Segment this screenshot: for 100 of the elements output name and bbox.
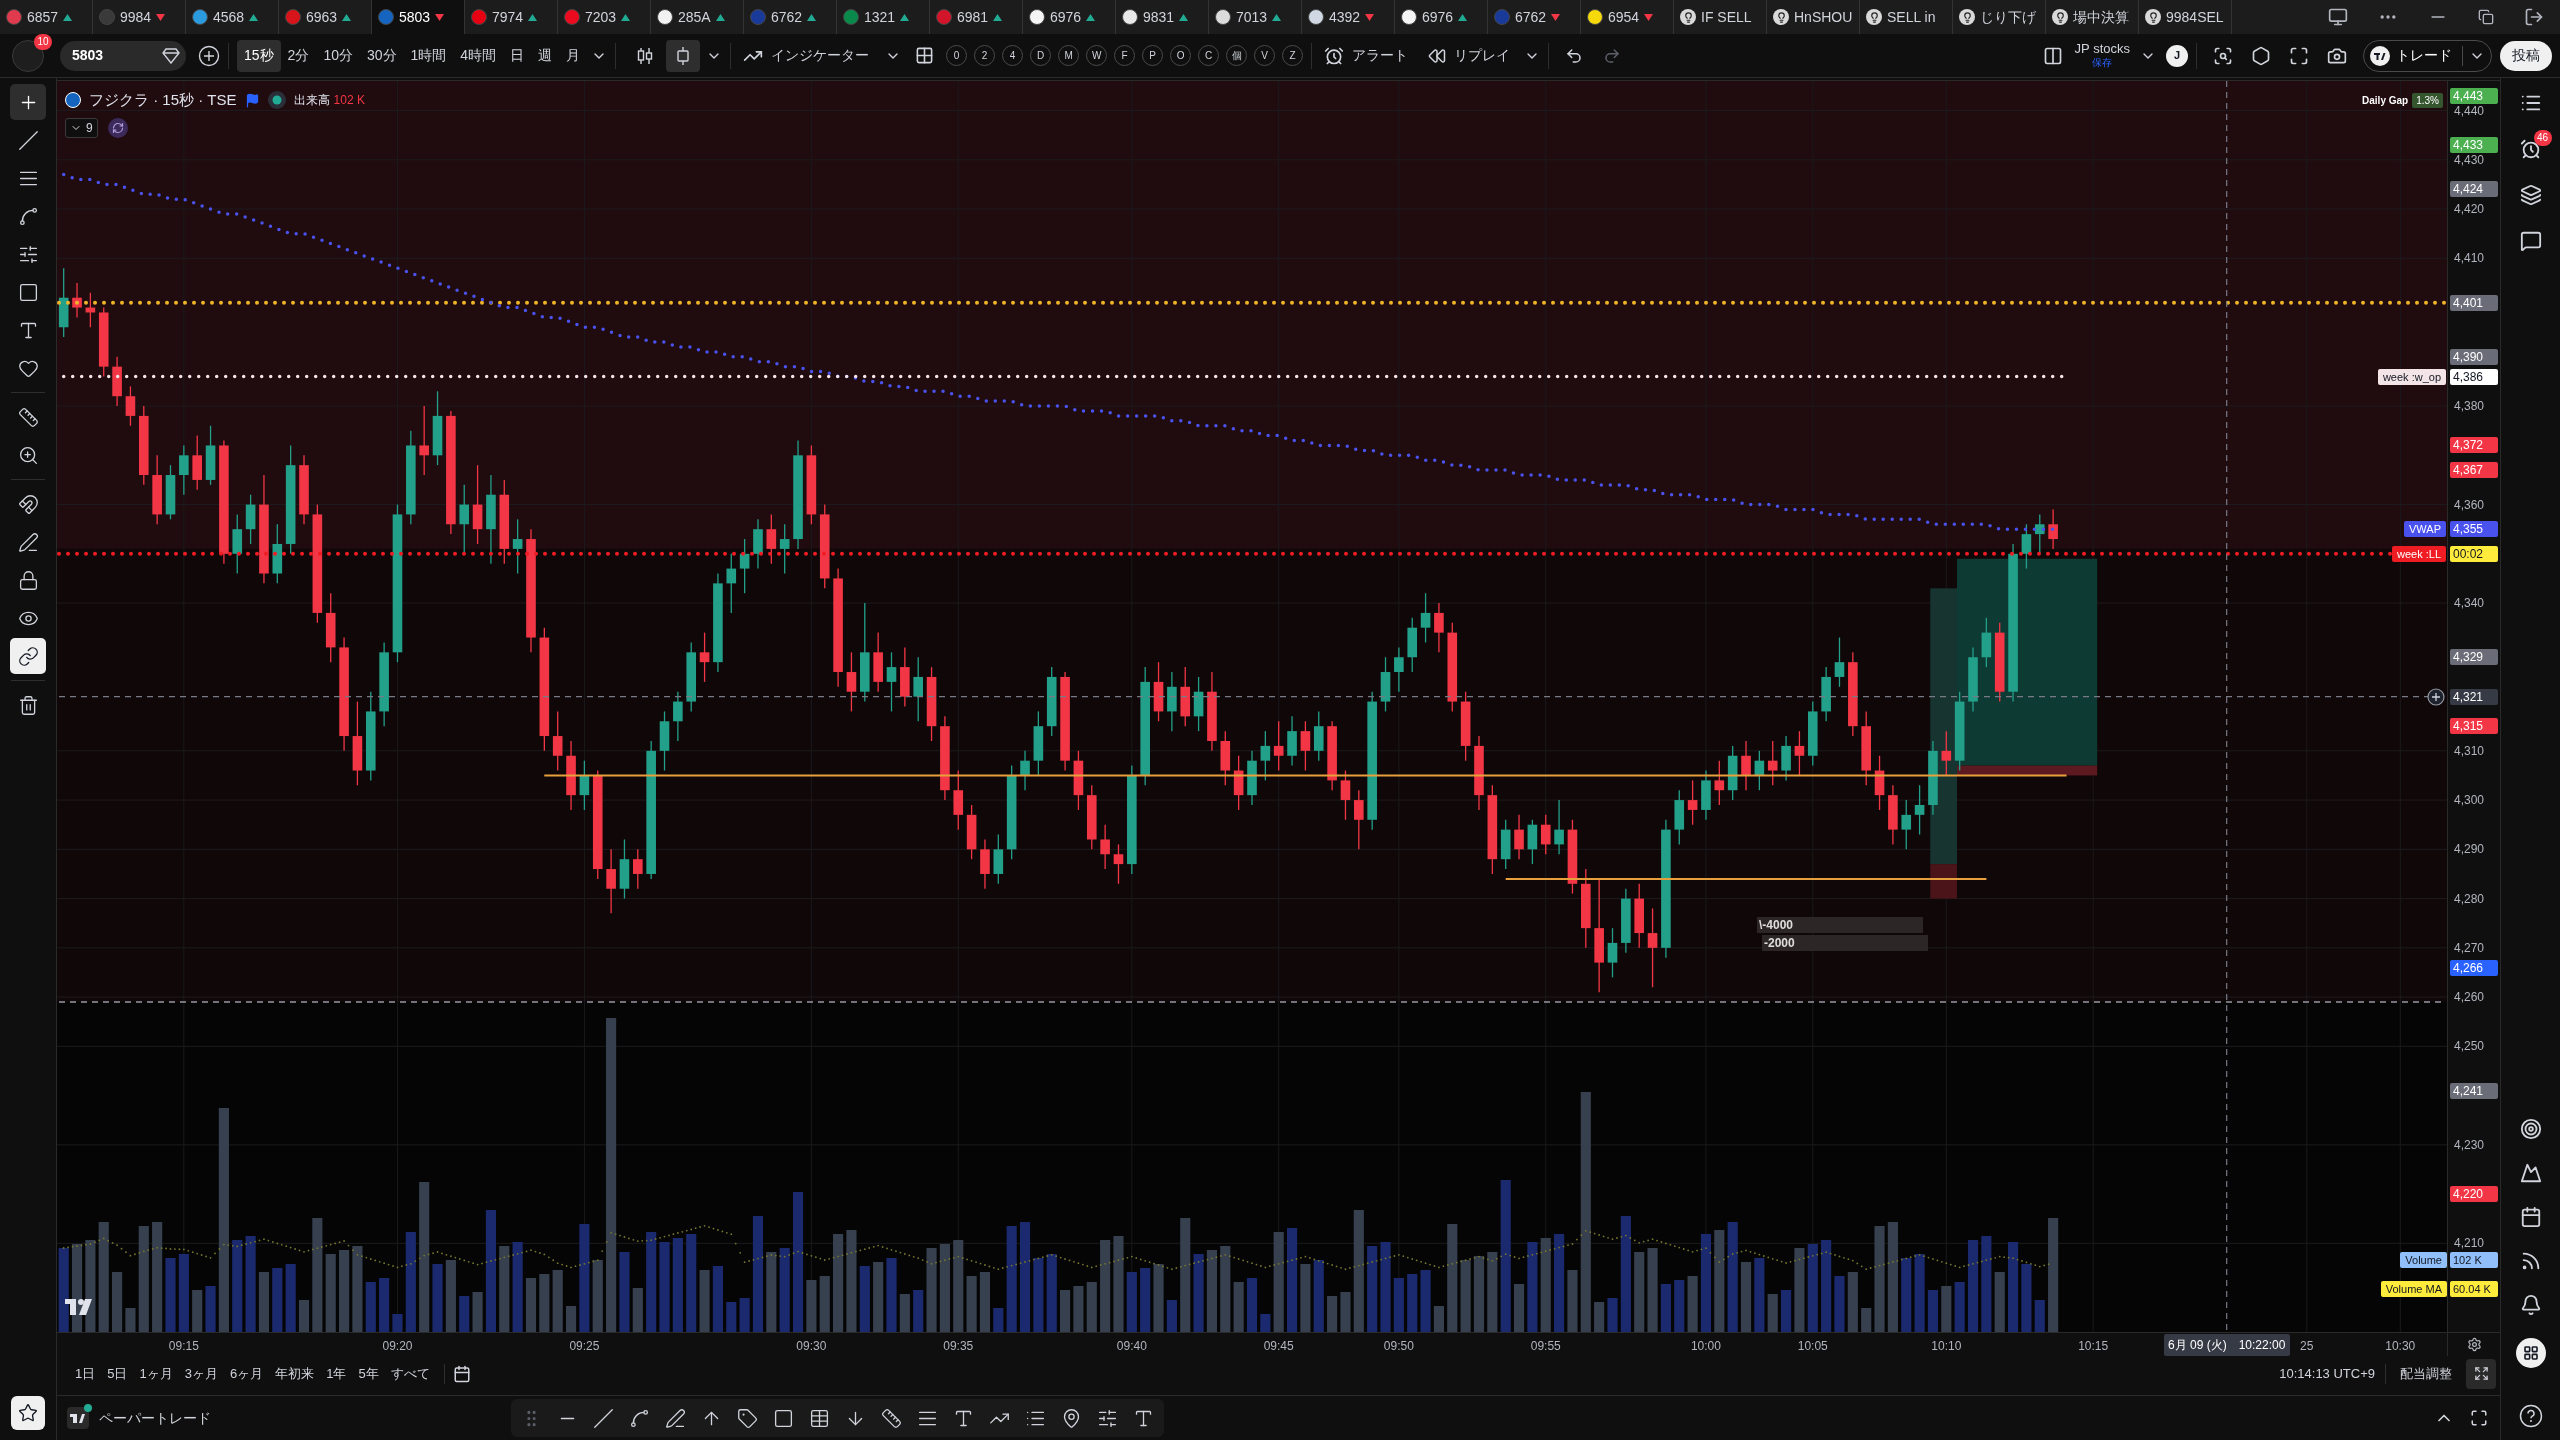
time-label: 09:50 — [1383, 1338, 1414, 1355]
user-avatar[interactable]: J — [2166, 44, 2188, 67]
interval-tab[interactable]: 30分 — [359, 39, 404, 72]
candle — [1674, 789, 1685, 846]
line-tool-icon[interactable] — [593, 1407, 614, 1429]
calendar-icon[interactable] — [2519, 1206, 2542, 1228]
table-icon[interactable] — [809, 1407, 830, 1429]
price-tick: 4,420 — [2454, 202, 2485, 217]
lightbulb-icon — [1680, 9, 1696, 25]
price-tick: 4,210 — [2454, 1236, 2485, 1251]
time-label: 09:40 — [1116, 1338, 1147, 1355]
tag-icon[interactable] — [737, 1407, 758, 1429]
apps-icon[interactable] — [2515, 1338, 2546, 1368]
hexagon-icon[interactable] — [2251, 45, 2271, 66]
plus-circle-icon[interactable] — [2427, 687, 2445, 706]
plus-circle-icon[interactable] — [198, 44, 220, 67]
interval-tab[interactable]: 週 — [531, 39, 560, 72]
ruler-icon[interactable] — [881, 1407, 902, 1429]
sliders-icon[interactable] — [1097, 1407, 1118, 1429]
range-button[interactable]: すべて — [384, 1360, 436, 1387]
price-label: 4,241 — [2450, 1082, 2498, 1099]
interval-tab[interactable]: 15秒 — [237, 39, 281, 72]
range-button[interactable]: 6ヶ月 — [223, 1360, 270, 1387]
layout-icon[interactable] — [2042, 45, 2063, 66]
interval-tab[interactable]: 日 — [503, 39, 532, 72]
calendar-icon[interactable] — [452, 1364, 471, 1383]
redo-icon[interactable] — [1603, 46, 1622, 65]
chart-style-button[interactable] — [666, 39, 701, 72]
candle — [1514, 814, 1524, 860]
replay-button[interactable]: リプレイ — [1424, 39, 1515, 72]
range-button[interactable]: 5日 — [101, 1360, 134, 1387]
fullscreen-icon[interactable] — [2289, 45, 2309, 66]
candle — [1380, 656, 1391, 713]
flag-icon[interactable] — [244, 92, 260, 108]
alert-button[interactable]: アラート — [1320, 39, 1413, 72]
volume-tag: Volume — [2400, 1252, 2447, 1268]
candle — [552, 710, 563, 772]
monitor-icon[interactable] — [2328, 7, 2348, 27]
maximize-icon[interactable] — [2470, 1409, 2488, 1427]
search-icon[interactable] — [2213, 45, 2233, 66]
diamond-icon[interactable] — [162, 47, 180, 64]
price-tick: 4,230 — [2454, 1137, 2485, 1152]
price-label: 4,386 — [2450, 368, 2498, 385]
candle — [165, 464, 176, 520]
panel-tab[interactable]: ペーパートレード — [99, 1407, 211, 1429]
grid-icon[interactable] — [915, 46, 935, 65]
expand-button[interactable] — [2466, 1358, 2496, 1389]
candle — [1394, 646, 1404, 693]
candle — [1701, 769, 1711, 821]
interval-tab[interactable]: 2分 — [280, 39, 317, 72]
chat-icon[interactable] — [2519, 230, 2542, 252]
range-button[interactable]: 3ヶ月 — [178, 1360, 224, 1387]
chart-title[interactable]: フジクラ · 15秒 · TSE — [89, 89, 237, 112]
indicators-button[interactable]: インジケーター — [739, 39, 874, 72]
mountain-icon[interactable] — [2519, 1162, 2542, 1184]
undo-icon[interactable] — [1565, 46, 1584, 65]
interval-tab[interactable]: 10分 — [316, 39, 360, 72]
collapse-button[interactable]: 9 — [65, 117, 98, 138]
range-button[interactable]: 年初来 — [269, 1360, 321, 1387]
range-button[interactable]: 1年 — [320, 1360, 353, 1387]
candle — [419, 405, 429, 476]
candle — [1741, 740, 1751, 791]
tool-button[interactable] — [10, 638, 46, 674]
layers-icon[interactable] — [2519, 184, 2542, 206]
adjustment-button[interactable]: 配当調整 — [2396, 1363, 2456, 1384]
candle — [325, 592, 336, 663]
pin-icon[interactable] — [1061, 1407, 1082, 1429]
pencil-icon[interactable] — [665, 1407, 686, 1429]
favorites-button[interactable] — [11, 1396, 45, 1430]
interval-tab[interactable]: 月 — [559, 39, 588, 72]
lock-icon — [17, 569, 39, 591]
candle — [1914, 784, 1925, 836]
help-icon[interactable] — [2518, 1404, 2543, 1428]
restore-icon[interactable] — [2478, 9, 2494, 25]
settings-icon[interactable] — [2466, 1337, 2482, 1352]
curve-icon — [17, 205, 39, 227]
symbol-tab[interactable]: 5803 — [372, 0, 465, 34]
interval-tab[interactable]: 4時間 — [453, 39, 504, 72]
candle — [953, 769, 964, 831]
candle — [966, 804, 977, 860]
interval-tab[interactable]: 1時間 — [403, 39, 454, 72]
publish-button[interactable]: 投稿 — [2500, 40, 2552, 71]
target-icon[interactable] — [2519, 1118, 2542, 1140]
layout-button[interactable]: JP stocks 保存 — [2074, 41, 2130, 70]
candle — [1714, 760, 1725, 806]
range-button[interactable]: 1ヶ月 — [133, 1360, 179, 1387]
candle — [1287, 715, 1297, 767]
range-button[interactable]: 5年 — [352, 1360, 385, 1387]
rectangle-icon[interactable] — [773, 1407, 794, 1429]
rewind-icon — [1428, 46, 1447, 65]
symbol-search-field[interactable]: 5803 — [60, 40, 186, 71]
price-tick: 4,310 — [2454, 743, 2485, 758]
range-button[interactable]: 1日 — [69, 1360, 102, 1387]
price-label: 4,266 — [2450, 959, 2498, 976]
curve-icon[interactable] — [629, 1407, 650, 1429]
candle — [232, 513, 243, 575]
candle — [272, 523, 283, 584]
exit-icon[interactable] — [2524, 7, 2544, 27]
bell-icon[interactable] — [2519, 1294, 2542, 1316]
candle — [1767, 740, 1778, 786]
